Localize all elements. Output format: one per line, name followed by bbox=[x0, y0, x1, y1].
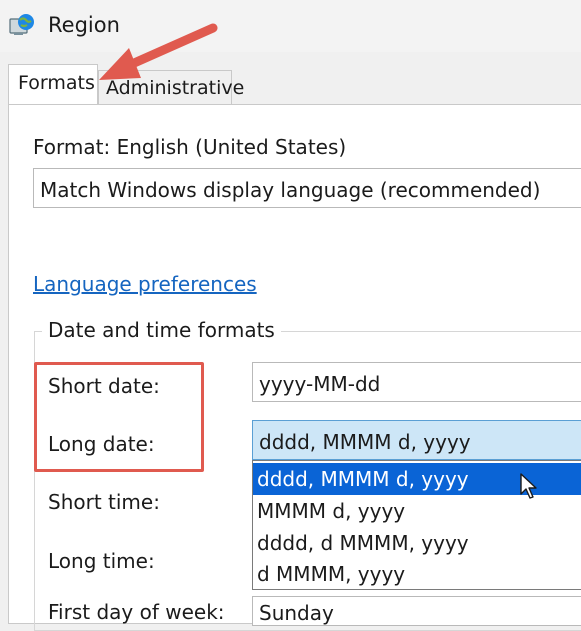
dropdown-option[interactable]: dddd, MMMM d, yyyy bbox=[253, 463, 581, 495]
long-date-dropdown: dddd, MMMM d, yyyy MMMM d, yyyy dddd, d … bbox=[252, 460, 581, 590]
long-date-label: Long date: bbox=[48, 432, 155, 456]
short-time-label: Short time: bbox=[48, 490, 160, 514]
globe-region-icon bbox=[9, 14, 34, 35]
dropdown-option[interactable]: dddd, d MMMM, yyyy bbox=[253, 527, 581, 559]
format-label: Format: English (United States) bbox=[33, 135, 347, 159]
dropdown-option[interactable]: MMMM d, yyyy bbox=[253, 495, 581, 527]
long-date-select[interactable]: dddd, MMMM d, yyyy bbox=[252, 420, 581, 460]
format-select[interactable]: Match Windows display language (recommen… bbox=[33, 168, 581, 208]
tab-formats[interactable]: Formats bbox=[8, 64, 98, 104]
short-date-label: Short date: bbox=[48, 374, 160, 398]
tab-strip: Formats Administrative bbox=[0, 64, 581, 104]
language-preferences-link[interactable]: Language preferences bbox=[33, 272, 257, 296]
long-time-label: Long time: bbox=[48, 549, 155, 573]
title-bar: Region bbox=[0, 0, 581, 52]
window-title: Region bbox=[48, 13, 120, 37]
group-label: Date and time formats bbox=[42, 318, 281, 342]
first-day-select[interactable]: Sunday bbox=[252, 596, 581, 626]
dropdown-option[interactable]: d MMMM, yyyy bbox=[253, 558, 581, 590]
first-day-label: First day of week: bbox=[48, 600, 225, 624]
tab-administrative[interactable]: Administrative bbox=[98, 70, 244, 104]
short-date-select[interactable]: yyyy-MM-dd bbox=[252, 362, 581, 402]
